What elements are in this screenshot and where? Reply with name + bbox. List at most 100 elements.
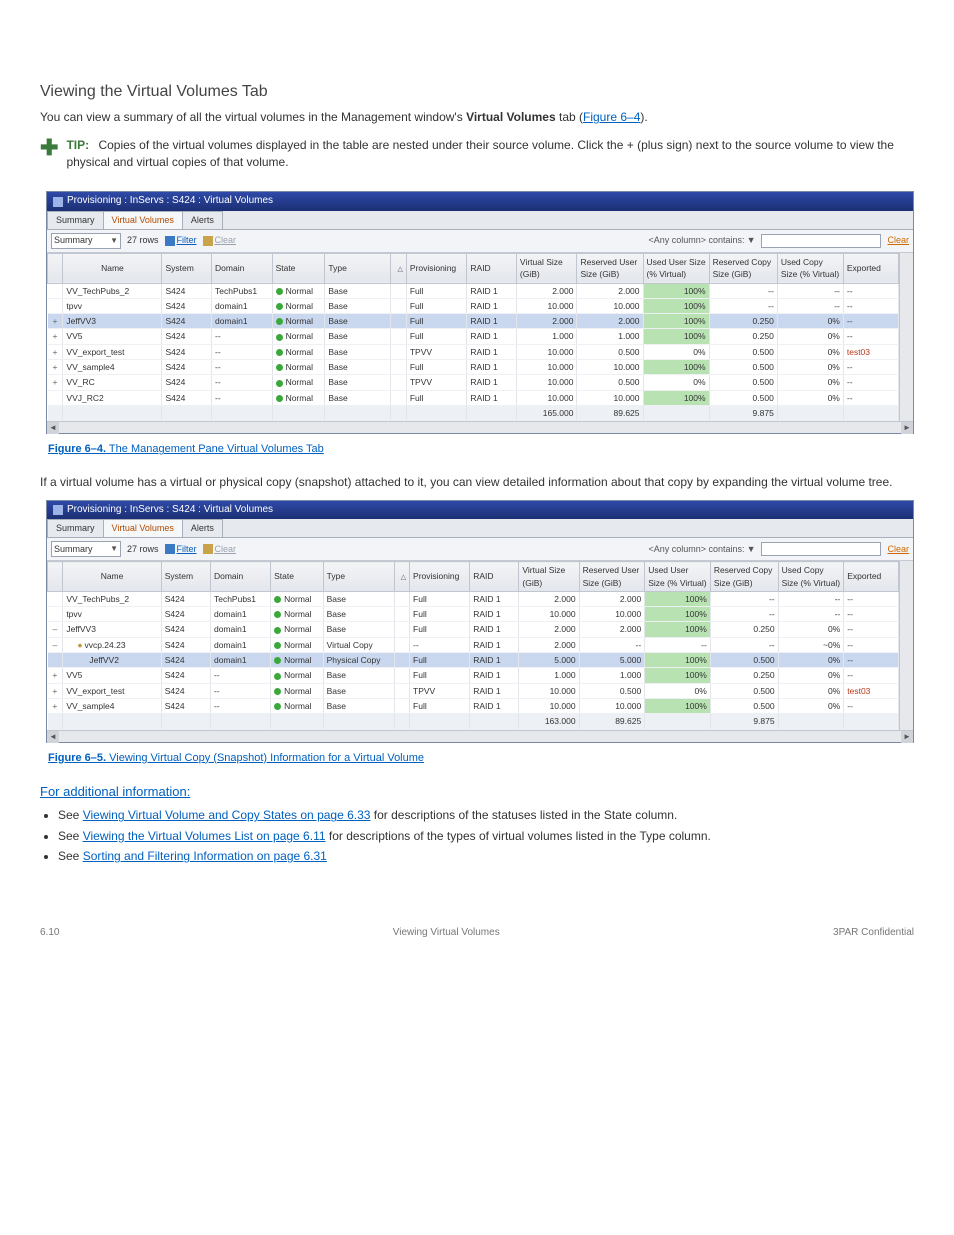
column-header[interactable]: Type [325, 253, 391, 283]
table-row[interactable]: VV_TechPubs_2S424TechPubs1NormalBaseFull… [48, 591, 899, 606]
cell-system: S424 [162, 329, 212, 344]
clear-search-link[interactable]: Clear [887, 543, 909, 556]
expand-toggle[interactable]: + [48, 375, 63, 390]
column-header[interactable]: Provisioning [410, 562, 470, 592]
expand-toggle[interactable] [48, 591, 63, 606]
table-row[interactable]: –●vvcp.24.23S424domain1NormalVirtual Cop… [48, 637, 899, 652]
vertical-scrollbar[interactable] [899, 253, 913, 421]
cell-used-user-pct: 100% [643, 314, 709, 329]
column-header[interactable]: △ [391, 253, 406, 283]
table-row[interactable]: +VV_sample4S424--NormalBaseFullRAID 110.… [48, 699, 899, 714]
fig1-caption-link[interactable]: Figure 6–4. The Management Pane Virtual … [48, 443, 324, 455]
column-header[interactable]: Virtual Size (GiB) [519, 562, 579, 592]
column-header[interactable]: Type [323, 562, 394, 592]
expand-toggle[interactable]: – [48, 637, 63, 652]
column-header[interactable]: Reserved Copy Size (GiB) [710, 562, 778, 592]
cell-reserved-copy-size: -- [710, 607, 778, 622]
clear-filter-link[interactable]: Clear [203, 543, 237, 556]
xref-link-sortfilter[interactable]: Sorting and Filtering Information on pag… [83, 849, 327, 863]
chevron-down-icon[interactable]: ▼ [747, 234, 756, 247]
table-row[interactable]: VVJ_RC2S424--NormalBaseFullRAID 110.0001… [48, 390, 899, 405]
fig2-caption-link[interactable]: Figure 6–5. Viewing Virtual Copy (Snapsh… [48, 752, 424, 764]
tab-alerts[interactable]: Alerts [182, 519, 223, 537]
expand-toggle[interactable]: + [48, 344, 63, 359]
table-row[interactable]: +VV_RCS424--NormalBaseTPVVRAID 110.0000.… [48, 375, 899, 390]
chevron-down-icon[interactable]: ▼ [747, 543, 756, 556]
filter-link[interactable]: Filter [165, 543, 197, 556]
tab-summary[interactable]: Summary [47, 519, 104, 537]
expand-toggle[interactable]: + [48, 314, 63, 329]
tab-summary[interactable]: Summary [47, 211, 104, 229]
cell-used-user-pct: 0% [643, 375, 709, 390]
column-header[interactable]: Reserved User Size (GiB) [577, 253, 643, 283]
column-header[interactable]: System [162, 253, 212, 283]
table-row[interactable]: VV_TechPubs_2S424TechPubs1NormalBaseFull… [48, 283, 899, 298]
table-row[interactable]: +VV_sample4S424--NormalBaseFullRAID 110.… [48, 360, 899, 375]
table-row[interactable]: +VV5S424--NormalBaseFullRAID 11.0001.000… [48, 668, 899, 683]
filter-link[interactable]: Filter [165, 234, 197, 247]
expand-toggle[interactable]: + [48, 329, 63, 344]
column-header[interactable]: RAID [470, 562, 519, 592]
column-header[interactable]: Domain [210, 562, 270, 592]
search-input[interactable] [761, 542, 881, 556]
cell-reserved-user-size: 1.000 [577, 329, 643, 344]
column-header[interactable] [48, 562, 63, 592]
expand-toggle[interactable] [48, 283, 63, 298]
table-row[interactable]: tpvvS424domain1NormalBaseFullRAID 110.00… [48, 607, 899, 622]
fig1-caption: Figure 6–4. The Management Pane Virtual … [48, 442, 914, 458]
horizontal-scrollbar[interactable]: ◄ ► [47, 730, 913, 742]
column-header[interactable]: Used Copy Size (% Virtual) [778, 562, 844, 592]
column-header[interactable]: Used User Size (% Virtual) [645, 562, 711, 592]
horizontal-scrollbar[interactable]: ◄ ► [47, 421, 913, 433]
table-row[interactable]: tpvvS424domain1NormalBaseFullRAID 110.00… [48, 298, 899, 313]
view-combo[interactable]: Summary ▼ [51, 233, 121, 249]
table-row[interactable]: –JeffVV3S424domain1NormalBaseFullRAID 12… [48, 622, 899, 637]
column-header[interactable]: System [161, 562, 210, 592]
tab-virtual-volumes[interactable]: Virtual Volumes [103, 211, 183, 229]
table-row[interactable]: +JeffVV3S424domain1NormalBaseFullRAID 12… [48, 314, 899, 329]
column-header[interactable]: Name [63, 562, 161, 592]
column-header[interactable]: RAID [467, 253, 517, 283]
column-header[interactable]: Virtual Size (GiB) [516, 253, 577, 283]
expand-toggle[interactable] [48, 298, 63, 313]
view-combo[interactable]: Summary ▼ [51, 541, 121, 557]
clear-search-link[interactable]: Clear [887, 234, 909, 247]
expand-toggle[interactable] [48, 653, 63, 668]
expand-toggle[interactable] [48, 390, 63, 405]
scroll-left-icon[interactable]: ◄ [47, 731, 59, 743]
column-header[interactable]: △ [394, 562, 409, 592]
tab-alerts[interactable]: Alerts [182, 211, 223, 229]
xref-link-vvlist[interactable]: Viewing the Virtual Volumes List on page… [83, 829, 326, 843]
table-row[interactable]: +VV5S424--NormalBaseFullRAID 11.0001.000… [48, 329, 899, 344]
tab-virtual-volumes[interactable]: Virtual Volumes [103, 519, 183, 537]
search-input[interactable] [761, 234, 881, 248]
column-header[interactable]: Name [63, 253, 162, 283]
expand-toggle[interactable]: + [48, 360, 63, 375]
clear-filter-link[interactable]: Clear [203, 234, 237, 247]
table-row[interactable]: +VV_export_testS424--NormalBaseTPVVRAID … [48, 683, 899, 698]
column-header[interactable]: Used Copy Size (% Virtual) [777, 253, 843, 283]
column-header[interactable]: Reserved Copy Size (GiB) [709, 253, 777, 283]
expand-toggle[interactable]: + [48, 668, 63, 683]
column-header[interactable]: State [271, 562, 324, 592]
column-header[interactable]: Domain [212, 253, 273, 283]
column-header[interactable]: Reserved User Size (GiB) [579, 562, 645, 592]
column-header[interactable]: Provisioning [406, 253, 467, 283]
vertical-scrollbar[interactable] [899, 561, 913, 729]
scroll-left-icon[interactable]: ◄ [47, 422, 59, 434]
scroll-right-icon[interactable]: ► [901, 731, 913, 743]
xref-link-states[interactable]: Viewing Virtual Volume and Copy States o… [83, 808, 371, 822]
column-header[interactable] [48, 253, 63, 283]
expand-toggle[interactable] [48, 607, 63, 622]
column-header[interactable]: State [272, 253, 325, 283]
expand-toggle[interactable]: + [48, 683, 63, 698]
expand-toggle[interactable]: – [48, 622, 63, 637]
column-header[interactable]: Exported [843, 253, 898, 283]
table-row[interactable]: +VV_export_testS424--NormalBaseTPVVRAID … [48, 344, 899, 359]
expand-toggle[interactable]: + [48, 699, 63, 714]
column-header[interactable]: Exported [844, 562, 899, 592]
scroll-right-icon[interactable]: ► [901, 422, 913, 434]
table-row[interactable]: JeffVV2S424domain1NormalPhysical CopyFul… [48, 653, 899, 668]
column-header[interactable]: Used User Size (% Virtual) [643, 253, 709, 283]
intro-figref-link[interactable]: Figure 6–4 [583, 110, 640, 124]
